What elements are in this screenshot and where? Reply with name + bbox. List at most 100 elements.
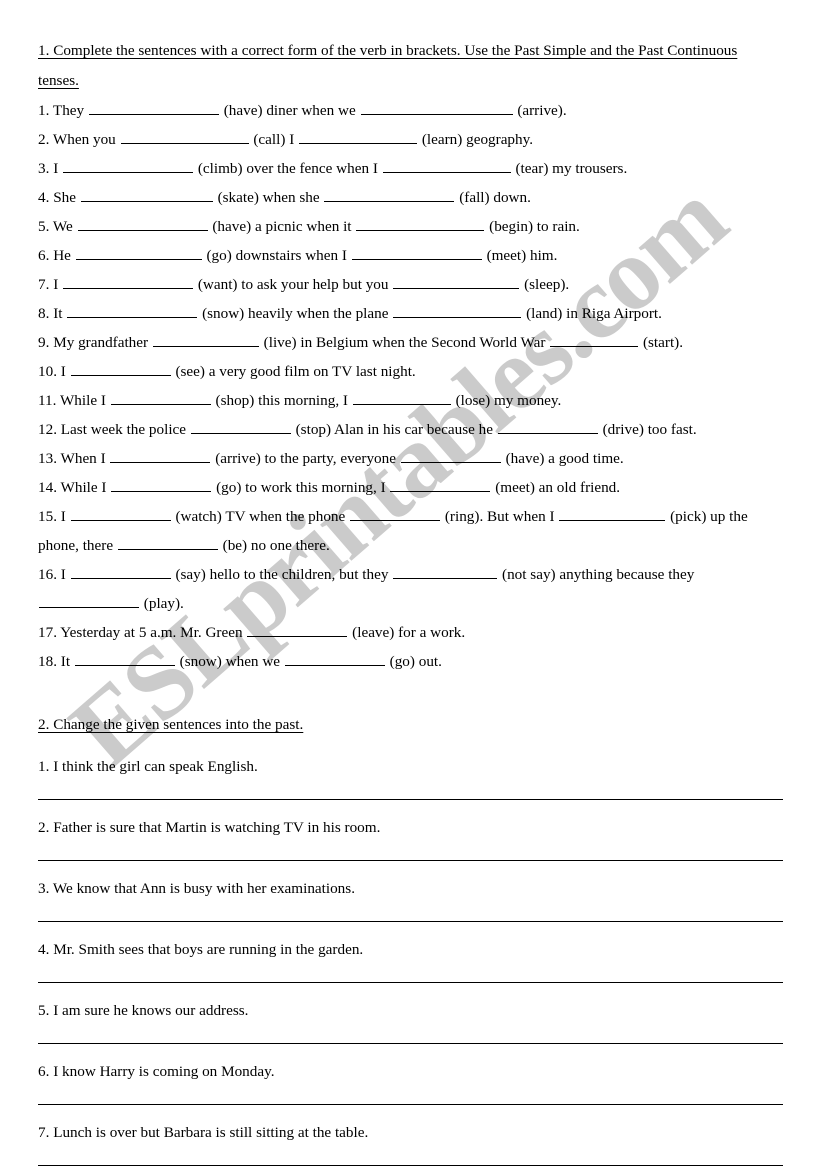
item-number: 9.	[38, 334, 50, 351]
fill-in-blank[interactable]	[88, 100, 219, 115]
fill-in-blank[interactable]	[70, 564, 171, 579]
fill-in-blank[interactable]	[247, 622, 348, 637]
item-text: We know that Ann is busy with her examin…	[52, 880, 355, 897]
fill-in-blank[interactable]	[284, 651, 385, 666]
item-number: 14.	[38, 479, 57, 496]
fill-in-blank[interactable]	[75, 245, 202, 260]
item-text: (live) in Belgium when the Second World …	[263, 334, 546, 351]
task1-item: 1. They (have) diner when we (arrive).	[38, 96, 785, 125]
task2-item-list: 1. I think the girl can speak English. 2.…	[38, 752, 785, 1166]
fill-in-blank[interactable]	[63, 158, 194, 173]
fill-in-blank[interactable]	[117, 535, 218, 550]
answer-line[interactable]	[38, 860, 783, 861]
item-text: It	[53, 305, 63, 322]
task1-item: 4. She (skate) when she (fall) down.	[38, 183, 785, 212]
item-number: 18.	[38, 653, 57, 670]
item-text: (climb) over the fence when I	[197, 160, 378, 177]
fill-in-blank[interactable]	[70, 506, 171, 521]
item-text: (not say) anything because they	[502, 566, 695, 583]
answer-line[interactable]	[38, 1104, 783, 1105]
task1-item: 12. Last week the police (stop) Alan in …	[38, 415, 785, 444]
answer-line[interactable]	[38, 1165, 783, 1166]
item-text: I am sure he knows our address.	[53, 1002, 249, 1019]
fill-in-blank[interactable]	[80, 187, 213, 202]
item-text: (land) in Riga Airport.	[526, 305, 662, 322]
fill-in-blank[interactable]	[299, 129, 418, 144]
item-text: I	[60, 508, 66, 525]
item-number: 16.	[38, 566, 57, 583]
fill-in-blank[interactable]	[390, 477, 491, 492]
fill-in-blank[interactable]	[393, 564, 498, 579]
item-number: 10.	[38, 363, 57, 380]
item-text: I	[53, 276, 59, 293]
task2-item-sentence: 3. We know that Ann is busy with her exa…	[38, 874, 785, 903]
task1-item-list: 1. They (have) diner when we (arrive). 2.…	[38, 96, 785, 676]
fill-in-blank[interactable]	[559, 506, 666, 521]
item-text: (drive) too fast.	[602, 421, 697, 438]
item-text: They	[52, 102, 85, 119]
item-text: We	[52, 218, 73, 235]
item-text: I	[53, 160, 59, 177]
fill-in-blank[interactable]	[190, 419, 291, 434]
item-text: While I	[59, 392, 106, 409]
item-text: (go) out.	[389, 653, 442, 670]
fill-in-blank[interactable]	[74, 651, 175, 666]
fill-in-blank[interactable]	[77, 216, 208, 231]
item-text: (shop) this morning, I	[215, 392, 348, 409]
item-number: 8.	[38, 305, 50, 322]
fill-in-blank[interactable]	[63, 274, 194, 289]
answer-line[interactable]	[38, 1043, 783, 1044]
answer-line[interactable]	[38, 921, 783, 922]
item-text: (have) a picnic when it	[212, 218, 352, 235]
fill-in-blank[interactable]	[393, 274, 520, 289]
item-number: 7.	[38, 276, 50, 293]
item-text: (lose) my money.	[455, 392, 562, 409]
answer-line[interactable]	[38, 982, 783, 983]
item-number: 4.	[38, 941, 50, 958]
task1-heading: 1. Complete the sentences with a correct…	[38, 42, 738, 89]
item-text: (arrive).	[517, 102, 567, 119]
fill-in-blank[interactable]	[351, 245, 482, 260]
item-text: (leave) for a work.	[352, 624, 466, 641]
task1-item: 15. I (watch) TV when the phone (ring). …	[38, 502, 785, 560]
fill-in-blank[interactable]	[360, 100, 513, 115]
fill-in-blank[interactable]	[120, 129, 249, 144]
task1-item: 9. My grandfather (live) in Belgium when…	[38, 328, 785, 357]
task2-item: 3. We know that Ann is busy with her exa…	[38, 874, 785, 922]
item-text: Yesterday at 5 a.m. Mr. Green	[60, 624, 243, 641]
task1-item: 10. I (see) a very good film on TV last …	[38, 357, 785, 386]
item-text: (play).	[143, 595, 184, 612]
item-number: 11.	[38, 392, 57, 409]
fill-in-blank[interactable]	[350, 506, 441, 521]
task1-item: 8. It (snow) heavily when the plane (lan…	[38, 299, 785, 328]
item-text: (go) to work this morning, I	[216, 479, 386, 496]
item-text: I	[60, 363, 66, 380]
fill-in-blank[interactable]	[39, 593, 139, 608]
item-text: I know Harry is coming on Monday.	[53, 1063, 275, 1080]
item-text: (start).	[642, 334, 684, 351]
fill-in-blank[interactable]	[497, 419, 598, 434]
fill-in-blank[interactable]	[400, 448, 501, 463]
fill-in-blank[interactable]	[550, 332, 639, 347]
fill-in-blank[interactable]	[152, 332, 259, 347]
fill-in-blank[interactable]	[352, 390, 451, 405]
item-text: I think the girl can speak English.	[53, 758, 258, 775]
fill-in-blank[interactable]	[356, 216, 485, 231]
task1-item: 18. It (snow) when we (go) out.	[38, 647, 785, 676]
task1-item: 11. While I (shop) this morning, I (lose…	[38, 386, 785, 415]
fill-in-blank[interactable]	[67, 303, 198, 318]
item-number: 6.	[38, 247, 50, 264]
fill-in-blank[interactable]	[70, 361, 171, 376]
fill-in-blank[interactable]	[111, 477, 212, 492]
answer-line[interactable]	[38, 799, 783, 800]
item-number: 3.	[38, 880, 50, 897]
fill-in-blank[interactable]	[110, 390, 211, 405]
fill-in-blank[interactable]	[324, 187, 455, 202]
task2-item-sentence: 1. I think the girl can speak English.	[38, 752, 785, 781]
fill-in-blank[interactable]	[393, 303, 522, 318]
item-text: (meet) him.	[486, 247, 558, 264]
item-text: (want) to ask your help but you	[197, 276, 389, 293]
item-number: 7.	[38, 1124, 50, 1141]
fill-in-blank[interactable]	[110, 448, 211, 463]
fill-in-blank[interactable]	[382, 158, 511, 173]
